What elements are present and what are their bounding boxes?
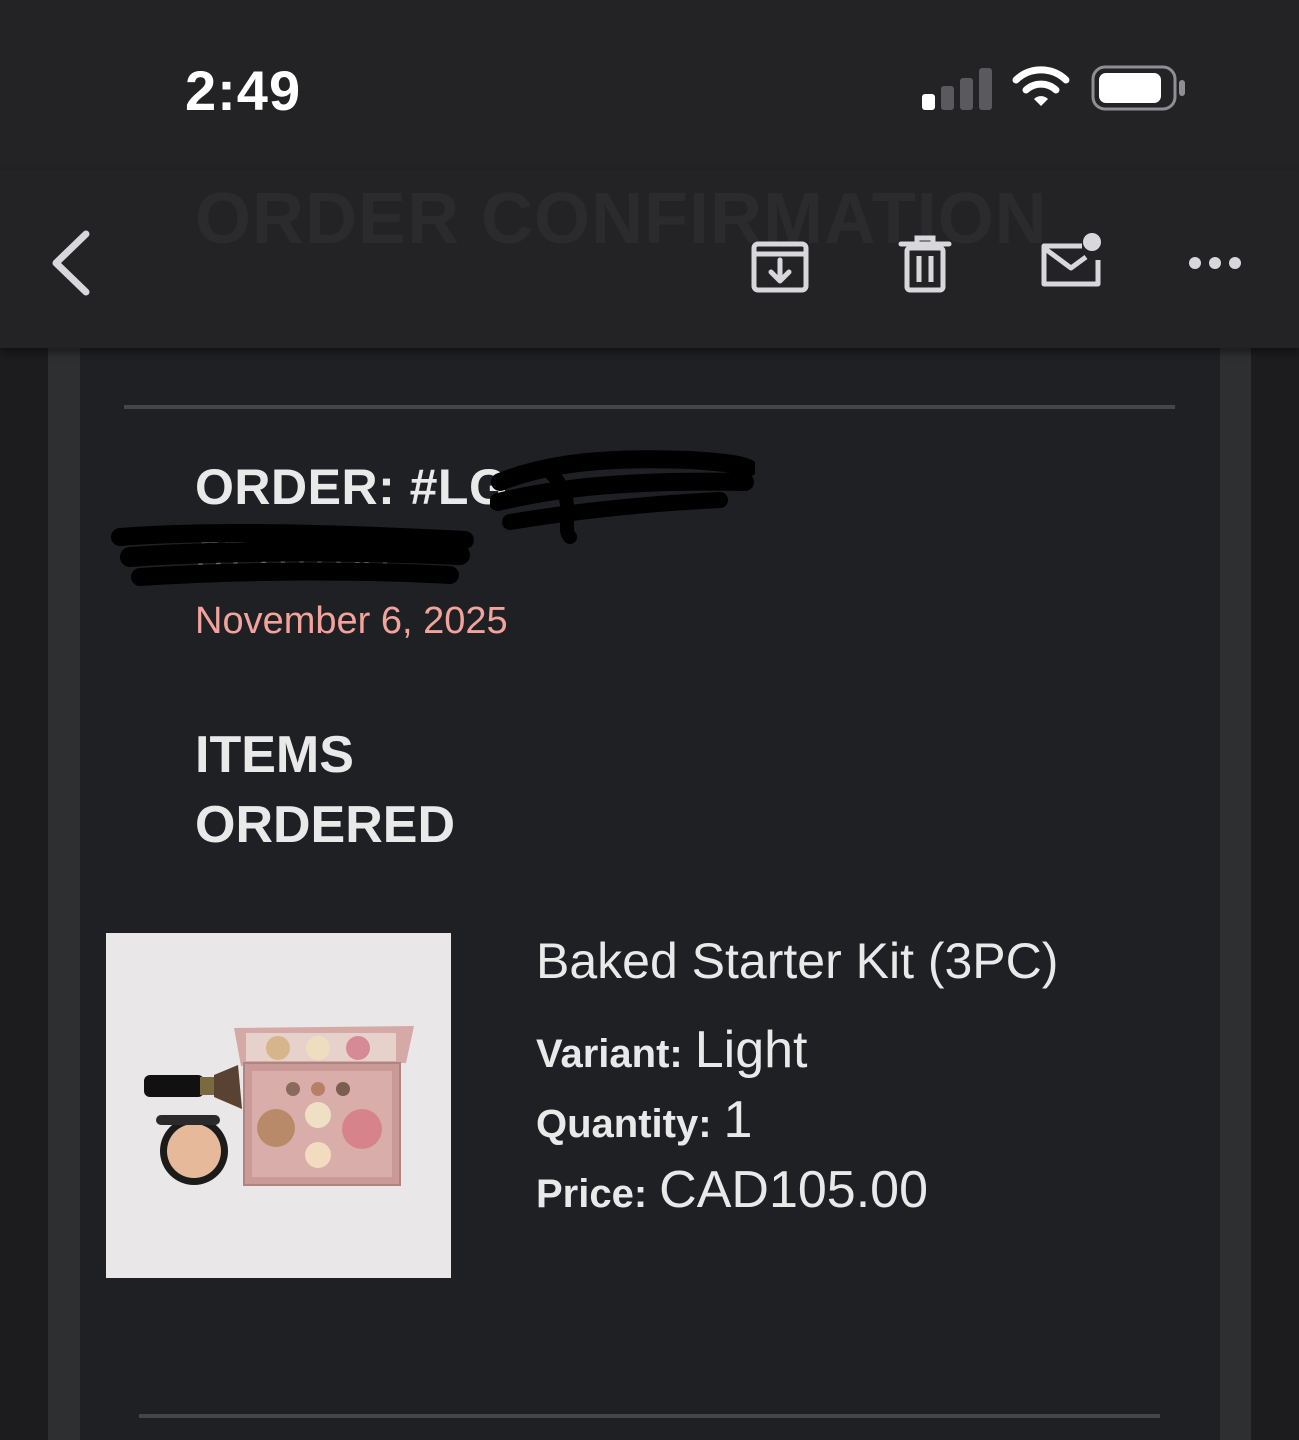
- page-margin-left: [48, 348, 80, 1440]
- archive-button[interactable]: [748, 232, 812, 296]
- product-name[interactable]: Baked Starter Kit (3PC): [536, 932, 1058, 990]
- page-margin-right: [1220, 348, 1251, 1440]
- bottom-divider: [139, 1414, 1160, 1418]
- battery-icon: [1091, 65, 1185, 111]
- archive-icon: [751, 241, 809, 293]
- items-heading-line-2: ORDERED: [195, 796, 456, 854]
- redaction-scribble: [490, 450, 755, 544]
- cellular-signal-icon: [922, 66, 992, 110]
- product-image[interactable]: [106, 933, 451, 1278]
- status-time: 2:49: [185, 59, 302, 122]
- mark-unread-icon: [1041, 233, 1101, 287]
- trash-icon: [898, 235, 952, 293]
- back-button[interactable]: [40, 225, 100, 301]
- delete-button[interactable]: [893, 232, 957, 296]
- quantity-row: Quantity: 1: [536, 1090, 752, 1150]
- redaction-scribble-2: [111, 524, 474, 586]
- variant-label: Variant:: [536, 1032, 683, 1076]
- order-number-label: ORDER: #LG: [195, 459, 509, 515]
- more-icon: [1189, 257, 1241, 269]
- wifi-icon: [1012, 66, 1070, 106]
- price-row: Price: CAD105.00: [536, 1160, 928, 1220]
- price-label: Price:: [536, 1172, 648, 1216]
- quantity-label: Quantity:: [536, 1102, 712, 1146]
- variant-row: Variant: Light: [536, 1020, 807, 1080]
- status-bar: 2:49: [0, 0, 1299, 170]
- makeup-kit-illustration: [144, 1026, 414, 1186]
- top-divider: [124, 405, 1175, 409]
- order-date: November 6, 2025: [195, 600, 508, 642]
- items-heading-line-1: ITEMS: [195, 726, 354, 784]
- more-button[interactable]: [1184, 245, 1246, 281]
- chevron-left-icon: [52, 230, 90, 296]
- items-ordered-heading: ITEMS ORDERED: [195, 720, 595, 860]
- price-value: CAD105.00: [659, 1161, 929, 1219]
- mark-unread-button[interactable]: [1036, 230, 1104, 294]
- variant-value: Light: [694, 1021, 808, 1079]
- quantity-value: 1: [723, 1091, 753, 1149]
